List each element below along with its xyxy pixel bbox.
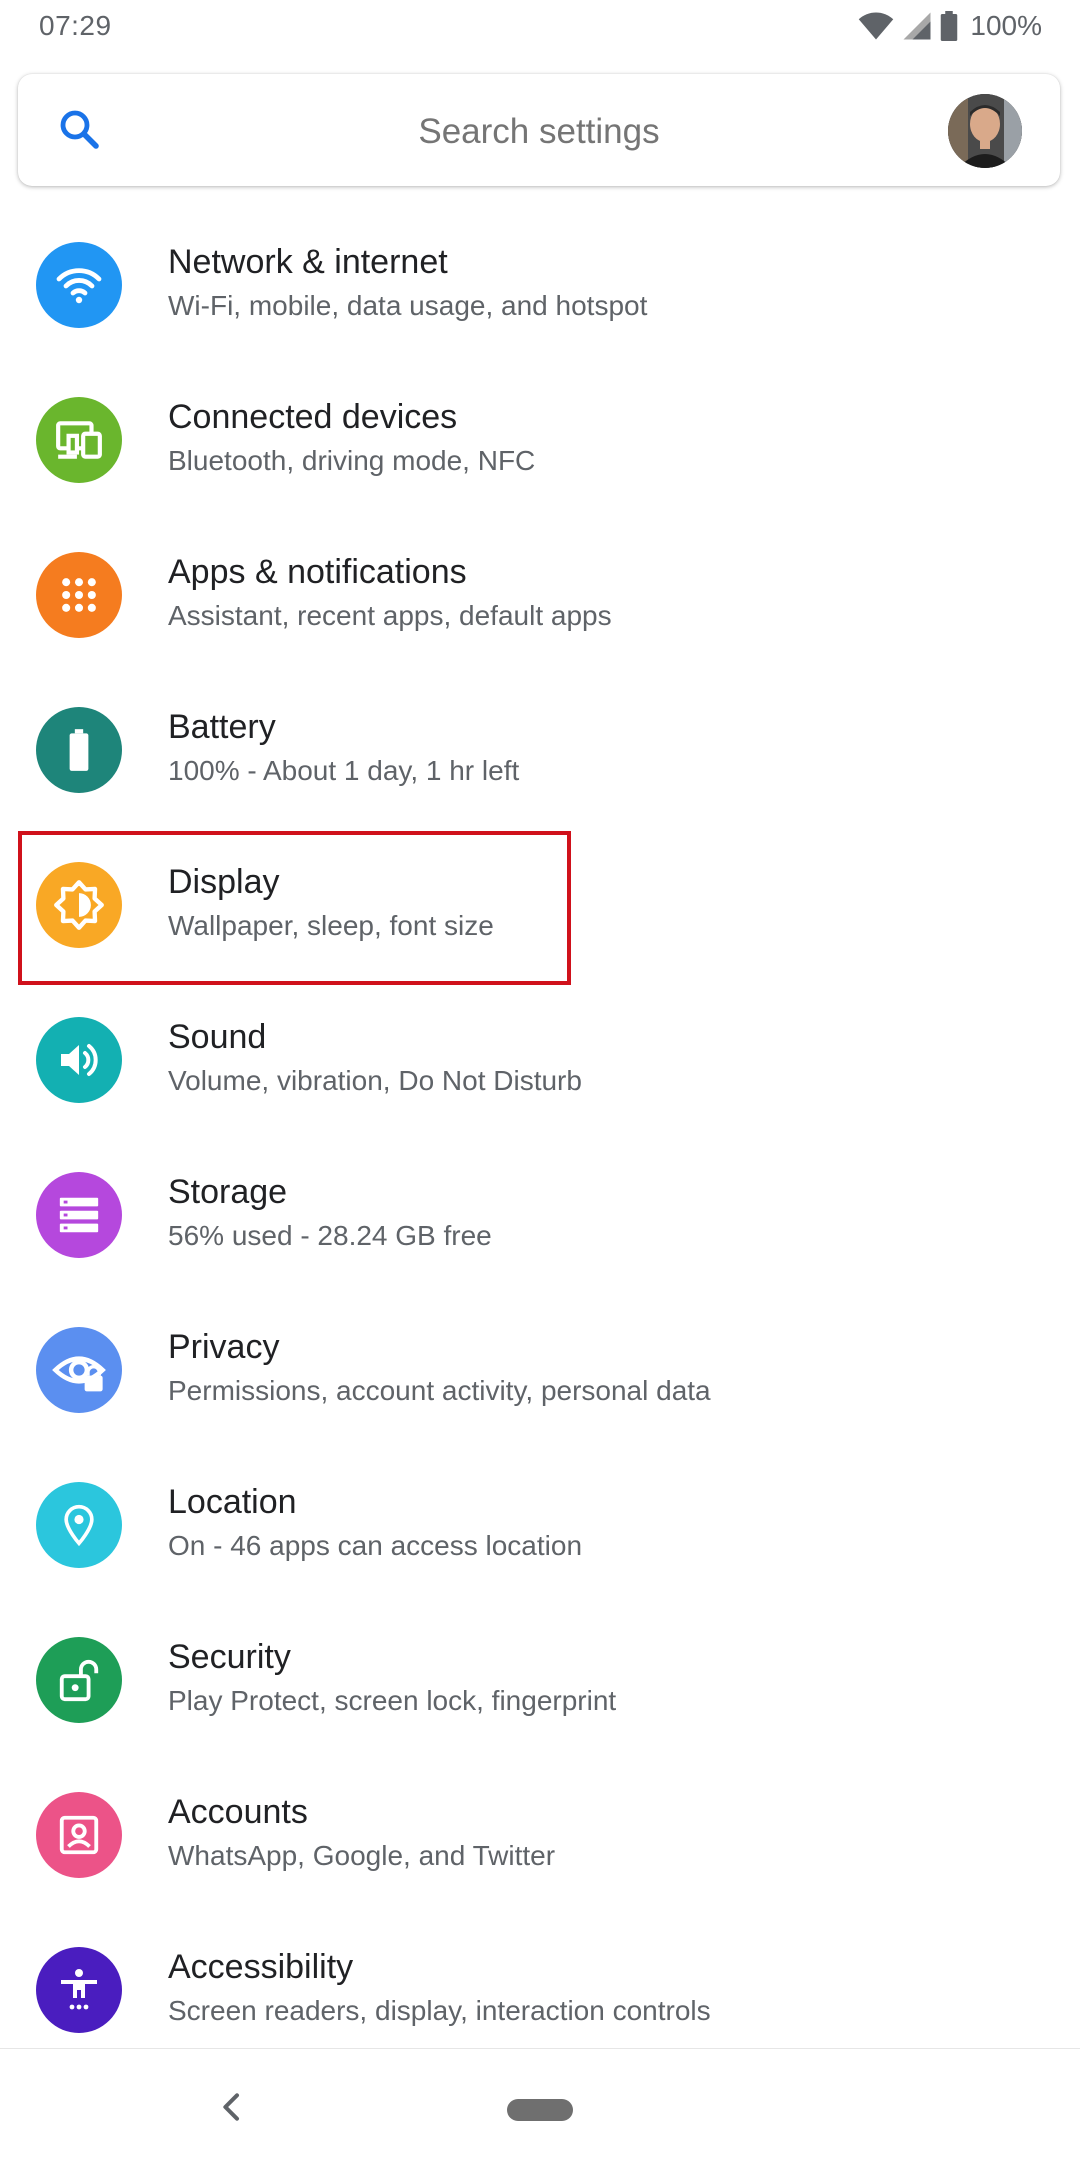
setting-subtitle: Bluetooth, driving mode, NFC (168, 445, 536, 476)
status-icons: 100% (858, 10, 1042, 42)
setting-storage[interactable]: Storage 56% used - 28.24 GB free (0, 1137, 1080, 1292)
setting-subtitle: Permissions, account activity, personal … (168, 1375, 711, 1406)
setting-apps[interactable]: Apps & notifications Assistant, recent a… (0, 517, 1080, 672)
setting-title: Privacy (168, 1328, 280, 1366)
setting-title: Display (168, 863, 280, 901)
search-bar[interactable]: Search settings (18, 74, 1060, 186)
home-pill-icon[interactable] (507, 2099, 573, 2121)
volume-icon (36, 1017, 122, 1103)
settings-screen: 07:29 100% Search settings Network & int… (0, 0, 1080, 2160)
accessibility-icon (36, 1947, 122, 2033)
setting-title: Apps & notifications (168, 553, 467, 591)
setting-network[interactable]: Network & internet Wi-Fi, mobile, data u… (0, 207, 1080, 362)
avatar[interactable] (948, 94, 1022, 168)
setting-title: Storage (168, 1173, 288, 1211)
setting-subtitle: On - 46 apps can access location (168, 1530, 583, 1561)
status-bar: 07:29 100% (0, 0, 1080, 62)
setting-subtitle: Volume, vibration, Do Not Disturb (168, 1065, 582, 1096)
battery-percent: 100% (970, 10, 1042, 41)
setting-privacy[interactable]: Privacy Permissions, account activity, p… (0, 1292, 1080, 1447)
setting-battery[interactable]: Battery 100% - About 1 day, 1 hr left (0, 672, 1080, 827)
navigation-bar (0, 2048, 1080, 2160)
setting-location[interactable]: Location On - 46 apps can access locatio… (0, 1447, 1080, 1602)
setting-accessibility[interactable]: Accessibility Screen readers, display, i… (0, 1912, 1080, 2067)
eye-lock-icon (36, 1327, 122, 1413)
setting-sound[interactable]: Sound Volume, vibration, Do Not Disturb (0, 982, 1080, 1137)
cell-signal-icon (902, 11, 932, 41)
devices-icon (36, 397, 122, 483)
setting-subtitle: Assistant, recent apps, default apps (168, 600, 612, 631)
setting-subtitle: 100% - About 1 day, 1 hr left (168, 755, 520, 786)
setting-title: Sound (168, 1018, 267, 1056)
setting-subtitle: Play Protect, screen lock, fingerprint (168, 1685, 617, 1716)
setting-connected-devices[interactable]: Connected devices Bluetooth, driving mod… (0, 362, 1080, 517)
setting-subtitle: 56% used - 28.24 GB free (168, 1220, 492, 1251)
status-time: 07:29 (39, 10, 112, 41)
search-placeholder[interactable]: Search settings (18, 112, 1060, 152)
setting-subtitle: Screen readers, display, interaction con… (168, 1995, 711, 2026)
storage-icon (36, 1172, 122, 1258)
setting-title: Battery (168, 708, 276, 746)
setting-accounts[interactable]: Accounts WhatsApp, Google, and Twitter (0, 1757, 1080, 1912)
apps-grid-icon (36, 552, 122, 638)
setting-security[interactable]: Security Play Protect, screen lock, fing… (0, 1602, 1080, 1757)
brightness-icon (36, 862, 122, 948)
setting-title: Location (168, 1483, 297, 1521)
setting-subtitle: Wallpaper, sleep, font size (168, 910, 494, 941)
setting-display[interactable]: Display Wallpaper, sleep, font size (0, 827, 1080, 982)
location-pin-icon (36, 1482, 122, 1568)
back-icon[interactable] (212, 2087, 252, 2127)
setting-title: Connected devices (168, 398, 458, 436)
settings-list: Network & internet Wi-Fi, mobile, data u… (0, 207, 1080, 2067)
setting-title: Accounts (168, 1793, 308, 1831)
battery-icon (940, 11, 958, 41)
setting-title: Security (168, 1638, 291, 1676)
setting-subtitle: WhatsApp, Google, and Twitter (168, 1840, 556, 1871)
unlock-icon (36, 1637, 122, 1723)
setting-title: Network & internet (168, 243, 448, 281)
battery-icon (36, 707, 122, 793)
setting-title: Accessibility (168, 1948, 354, 1986)
setting-subtitle: Wi-Fi, mobile, data usage, and hotspot (168, 290, 648, 321)
account-box-icon (36, 1792, 122, 1878)
wifi-icon (858, 11, 894, 41)
wifi-icon (36, 242, 122, 328)
